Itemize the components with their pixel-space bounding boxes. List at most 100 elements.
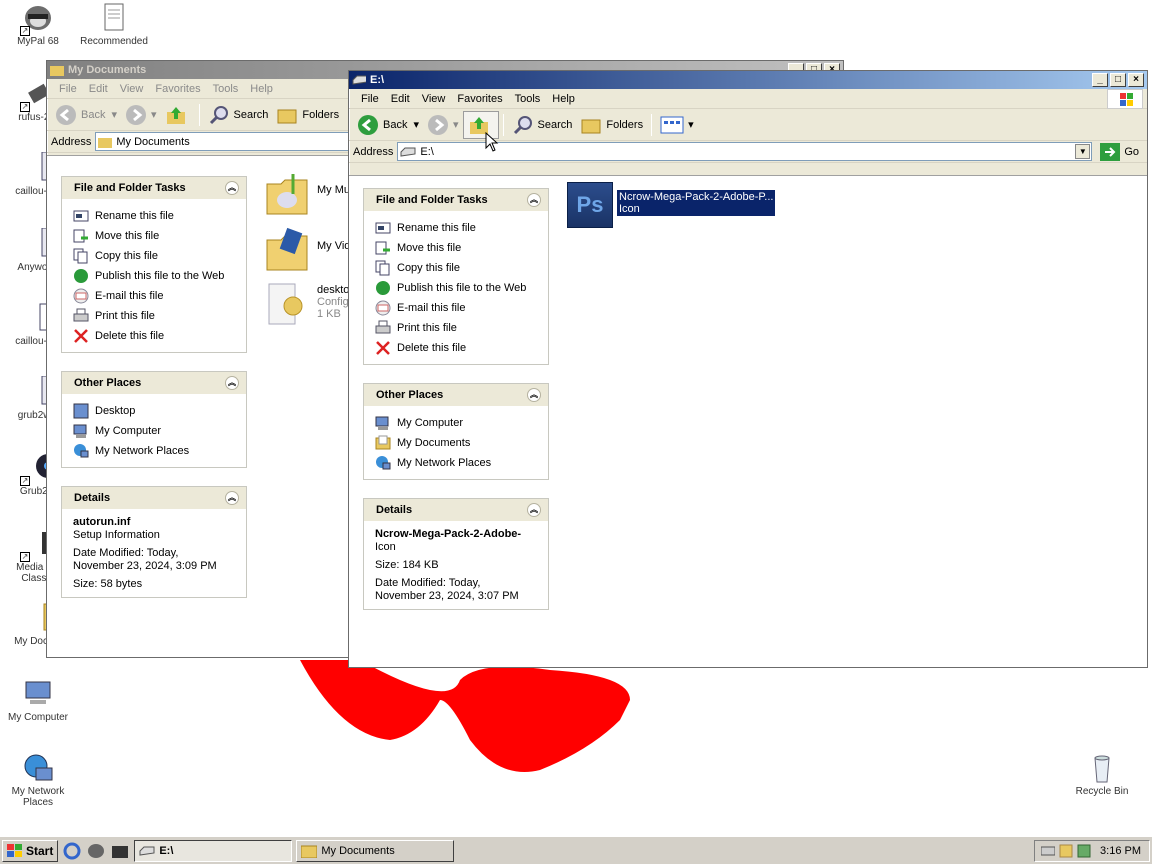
- desktop-icon: [73, 403, 89, 419]
- desktop-icon-mypal[interactable]: ↗ MyPal 68: [0, 2, 76, 47]
- file-type: Icon: [619, 203, 640, 215]
- menu-edit[interactable]: Edit: [385, 93, 416, 105]
- maximize-button[interactable]: □: [1110, 73, 1126, 87]
- desktop-icon-recommended[interactable]: Recommended: [76, 2, 152, 47]
- place-my-network-places[interactable]: My Network Places: [73, 441, 236, 461]
- address-label: Address: [51, 135, 92, 148]
- minimize-button[interactable]: _: [1092, 73, 1108, 87]
- keyboard-icon[interactable]: [1041, 845, 1055, 857]
- document-icon: [98, 2, 130, 34]
- details-modified-date: November 23, 2024, 3:07 PM: [375, 590, 519, 602]
- dropdown-arrow-icon: ▾: [688, 119, 694, 131]
- desktop-icon-my-computer[interactable]: My Computer: [0, 678, 76, 723]
- printer-icon: [375, 320, 391, 334]
- task-delete[interactable]: Delete this file: [375, 338, 538, 358]
- menu-file[interactable]: File: [355, 93, 385, 105]
- menu-favorites[interactable]: Favorites: [149, 83, 206, 95]
- network-globe-icon: [22, 752, 54, 784]
- folders-button[interactable]: Folders: [576, 112, 647, 138]
- address-dropdown-button[interactable]: ▼: [1075, 144, 1091, 159]
- menu-tools[interactable]: Tools: [207, 83, 245, 95]
- task-print[interactable]: Print this file: [375, 318, 538, 338]
- quicklaunch-media-player[interactable]: [110, 841, 130, 861]
- search-button[interactable]: Search: [204, 102, 273, 128]
- tray-app-icon[interactable]: [1059, 844, 1073, 858]
- rename-icon: [375, 222, 391, 234]
- task-publish[interactable]: Publish this file to the Web: [73, 266, 236, 286]
- menu-view[interactable]: View: [416, 93, 452, 105]
- place-my-computer[interactable]: My Computer: [375, 413, 538, 433]
- task-print[interactable]: Print this file: [73, 306, 236, 326]
- file-item-desktop-ini[interactable]: deskto Configu 1 KB: [263, 282, 355, 330]
- task-rename[interactable]: Rename this file: [375, 218, 538, 238]
- menu-help[interactable]: Help: [244, 83, 279, 95]
- task-email[interactable]: E-mail this file: [73, 286, 236, 306]
- place-desktop[interactable]: Desktop: [73, 401, 236, 421]
- tray-app-icon-2[interactable]: [1077, 844, 1091, 858]
- collapse-chevron-icon[interactable]: ︽: [527, 388, 541, 402]
- file-item-my-videos[interactable]: My Vide: [263, 226, 357, 274]
- menu-file[interactable]: File: [53, 83, 83, 95]
- collapse-chevron-icon[interactable]: ︽: [527, 193, 541, 207]
- collapse-chevron-icon[interactable]: ︽: [225, 491, 239, 505]
- dropdown-arrow-icon: ▾: [413, 119, 419, 131]
- details-panel: Details ︽ autorun.inf Setup Information …: [61, 486, 247, 598]
- task-email[interactable]: E-mail this file: [375, 298, 538, 318]
- close-button[interactable]: ×: [1128, 73, 1144, 87]
- start-button[interactable]: Start: [2, 839, 59, 862]
- address-input[interactable]: E:\ ▼: [397, 142, 1093, 161]
- raccoon-icon: [88, 843, 105, 858]
- file-item-my-music[interactable]: My Mus: [263, 170, 356, 218]
- quicklaunch-mypal[interactable]: [86, 841, 106, 861]
- taskbar-button-my-documents[interactable]: My Documents: [296, 839, 455, 862]
- menu-help[interactable]: Help: [546, 93, 581, 105]
- place-my-computer[interactable]: My Computer: [73, 421, 236, 441]
- views-button[interactable]: ▾: [656, 114, 698, 136]
- collapse-chevron-icon[interactable]: ︽: [527, 503, 541, 517]
- forward-button[interactable]: ▾: [423, 112, 463, 138]
- details-header[interactable]: Details ︽: [62, 487, 246, 509]
- clock[interactable]: 3:16 PM: [1100, 845, 1141, 857]
- back-button[interactable]: Back ▾: [353, 112, 423, 138]
- back-arrow-icon: [358, 114, 378, 135]
- task-delete[interactable]: Delete this file: [73, 326, 236, 346]
- details-filename: autorun.inf: [73, 516, 131, 528]
- photoshop-file-icon: Ps: [567, 182, 613, 228]
- folders-button[interactable]: Folders: [272, 102, 343, 128]
- collapse-chevron-icon[interactable]: ︽: [225, 181, 239, 195]
- drive-e-window[interactable]: E:\ _ □ × File Edit View Favorites Tools…: [348, 70, 1148, 668]
- task-copy[interactable]: Copy this file: [73, 246, 236, 266]
- file-name: Ncrow-Mega-Pack-2-Adobe-P...: [619, 191, 774, 203]
- task-publish[interactable]: Publish this file to the Web: [375, 278, 538, 298]
- other-places-header[interactable]: Other Places ︽: [364, 384, 548, 406]
- task-rename[interactable]: Rename this file: [73, 206, 236, 226]
- task-move[interactable]: Move this file: [73, 226, 236, 246]
- folder-icon: [301, 845, 318, 858]
- file-folder-tasks-header[interactable]: File and Folder Tasks ︽: [62, 177, 246, 199]
- taskbar-button-drive-e[interactable]: E:\: [134, 839, 293, 862]
- drive-e-titlebar[interactable]: E:\ _ □ ×: [349, 71, 1147, 89]
- menu-tools[interactable]: Tools: [509, 93, 547, 105]
- video-folder-icon: [266, 227, 308, 271]
- menu-edit[interactable]: Edit: [83, 83, 114, 95]
- file-folder-tasks-header[interactable]: File and Folder Tasks ︽: [364, 189, 548, 211]
- up-folder-button[interactable]: [161, 102, 195, 128]
- desktop-icon-recycle-bin[interactable]: Recycle Bin: [1064, 752, 1140, 797]
- desktop-icon-my-network-places[interactable]: My Network Places: [0, 752, 76, 808]
- details-header[interactable]: Details ︽: [364, 499, 548, 521]
- forward-button[interactable]: ▾: [121, 102, 161, 128]
- place-my-documents[interactable]: My Documents: [375, 433, 538, 453]
- menu-favorites[interactable]: Favorites: [451, 93, 508, 105]
- back-button[interactable]: Back ▾: [51, 102, 121, 128]
- other-places-header[interactable]: Other Places ︽: [62, 372, 246, 394]
- task-copy[interactable]: Copy this file: [375, 258, 538, 278]
- search-button[interactable]: Search: [508, 112, 577, 138]
- task-move[interactable]: Move this file: [375, 238, 538, 258]
- menu-view[interactable]: View: [114, 83, 150, 95]
- go-button[interactable]: Go: [1096, 142, 1143, 161]
- back-arrow-icon: [56, 104, 76, 125]
- collapse-chevron-icon[interactable]: ︽: [225, 376, 239, 390]
- file-item-ncrow-icon[interactable]: Ps Ncrow-Mega-Pack-2-Adobe-P... Icon: [567, 182, 776, 228]
- place-my-network-places[interactable]: My Network Places: [375, 453, 538, 473]
- quicklaunch-ie[interactable]: [62, 841, 82, 861]
